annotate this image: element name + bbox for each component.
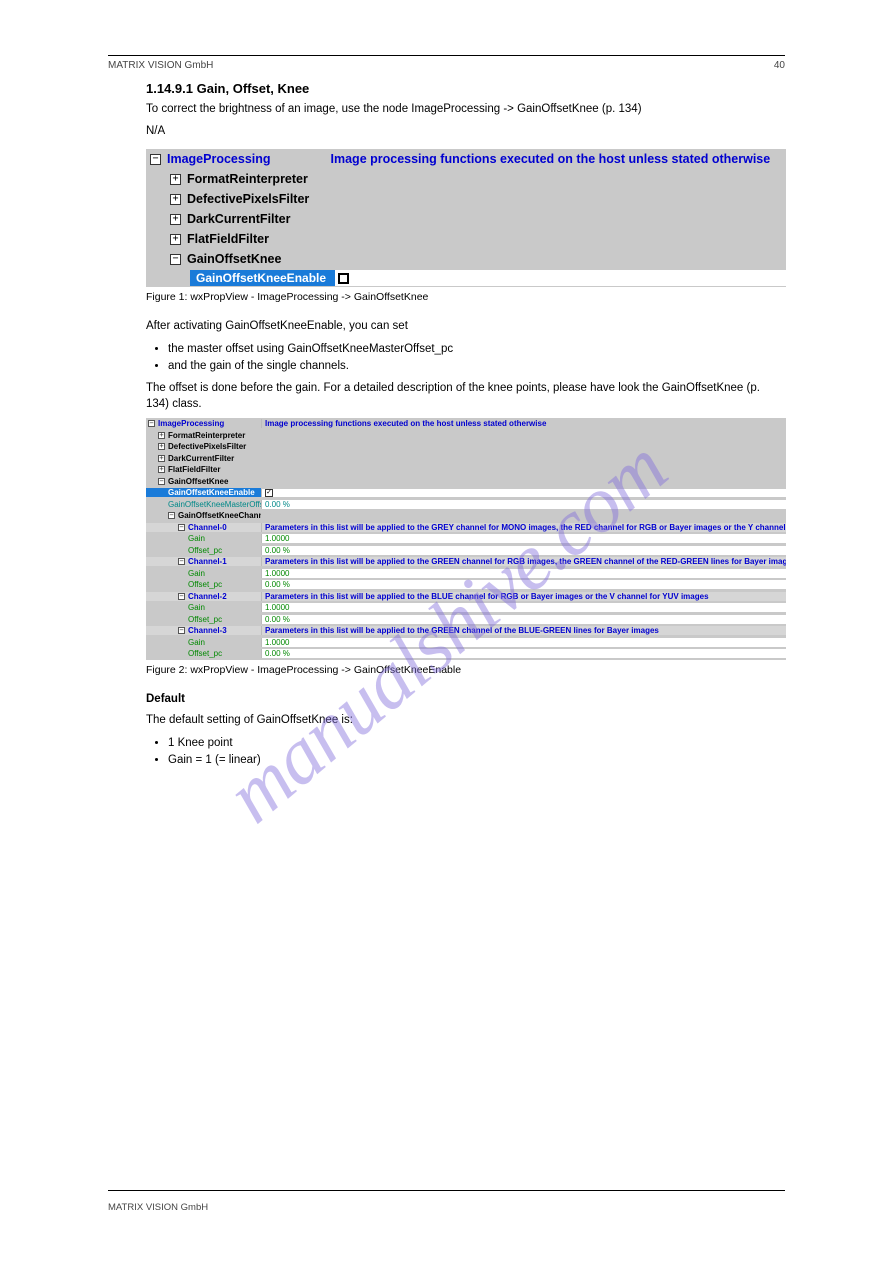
fig2-channel-2[interactable]: Channel-2Parameters in this list will be… (146, 591, 786, 603)
fig2-child[interactable]: FormatReinterpreter (146, 430, 786, 442)
fig1-child[interactable]: +DarkCurrentFilter (146, 209, 786, 229)
p1: To correct the brightness of an image, u… (146, 102, 785, 118)
bullet: and the gain of the single channels. (168, 358, 785, 375)
p3: The offset is done before the gain. For … (146, 381, 785, 412)
fig2-channel-1[interactable]: Channel-1Parameters in this list will be… (146, 556, 786, 568)
page-header: MATRIX VISION GmbH 40 (108, 60, 785, 71)
fig1-child[interactable]: +FlatFieldFilter (146, 229, 786, 249)
minus-icon[interactable] (148, 420, 155, 427)
plus-icon[interactable] (158, 443, 165, 450)
fig1-root[interactable]: ImageProcessing (167, 152, 271, 166)
checkbox-empty[interactable] (338, 273, 349, 284)
minus-icon[interactable]: − (150, 154, 161, 165)
plus-icon[interactable] (158, 466, 165, 473)
fig1-sel-row[interactable]: GainOffsetKneeEnable (146, 269, 786, 287)
fig1-sel-val[interactable] (335, 270, 786, 286)
minus-icon[interactable] (178, 524, 185, 531)
fig2-offset[interactable]: Offset_pc0.00 % (146, 579, 786, 591)
fig2-tree: ImageProcessing Image processing functio… (146, 418, 786, 660)
plus-icon[interactable] (158, 455, 165, 462)
fig2-child[interactable]: FlatFieldFilter (146, 464, 786, 476)
fig2-child[interactable]: DefectivePixelsFilter (146, 441, 786, 453)
footer: MATRIX VISION GmbH (108, 1202, 785, 1213)
header-left: MATRIX VISION GmbH (108, 60, 213, 71)
default-item: 1 Knee point (168, 735, 785, 752)
plus-icon[interactable] (158, 432, 165, 439)
fig1-tree: − ImageProcessing Image processing funct… (146, 149, 786, 287)
fig2-knee[interactable]: GainOffsetKnee (146, 476, 786, 488)
fig1-sel-label: GainOffsetKneeEnable (190, 270, 335, 286)
fig1-child[interactable]: +DefectivePixelsFilter (146, 189, 786, 209)
minus-icon[interactable] (168, 512, 175, 519)
na: N/A (146, 124, 785, 140)
default-heading: Default (146, 692, 785, 708)
fig2-gain[interactable]: Gain1.0000 (146, 568, 786, 580)
minus-icon[interactable] (178, 627, 185, 634)
bullet: the master offset using GainOffsetKneeMa… (168, 341, 785, 358)
minus-icon[interactable] (178, 558, 185, 565)
fig2-gain[interactable]: Gain1.0000 (146, 637, 786, 649)
default-desc: The default setting of GainOffsetKnee is… (146, 713, 785, 729)
footer-left: MATRIX VISION GmbH (108, 1202, 208, 1213)
fig1-knee[interactable]: −GainOffsetKnee (146, 249, 786, 269)
section-title: 1.14.9.1 Gain, Offset, Knee (146, 81, 785, 96)
fig2-gain[interactable]: Gain1.0000 (146, 602, 786, 614)
default-item: Gain = 1 (= linear) (168, 752, 785, 769)
fig2-channel-3[interactable]: Channel-3Parameters in this list will be… (146, 625, 786, 637)
minus-icon[interactable] (158, 478, 165, 485)
fig2-caption: Figure 2: wxPropView - ImageProcessing -… (146, 664, 785, 676)
plus-icon[interactable]: + (170, 194, 181, 205)
minus-icon[interactable]: − (170, 254, 181, 265)
minus-icon[interactable] (178, 593, 185, 600)
plus-icon[interactable]: + (170, 174, 181, 185)
fig2-offset[interactable]: Offset_pc0.00 % (146, 648, 786, 660)
fig1-root-desc: Image processing functions executed on t… (331, 152, 771, 166)
plus-icon[interactable]: + (170, 234, 181, 245)
fig2-sel[interactable]: GainOffsetKneeEnable (146, 487, 786, 499)
fig2-channels[interactable]: GainOffsetKneeChannels (146, 510, 786, 522)
fig2-offset[interactable]: Offset_pc0.00 % (146, 614, 786, 626)
fig2-channel-0[interactable]: Channel-0Parameters in this list will be… (146, 522, 786, 534)
fig1-caption: Figure 1: wxPropView - ImageProcessing -… (146, 291, 785, 303)
page: { "header": {"left": "MATRIX VISION GmbH… (0, 0, 893, 1263)
fig2-child[interactable]: DarkCurrentFilter (146, 453, 786, 465)
bottom-rule (108, 1190, 785, 1191)
fig2-offset[interactable]: Offset_pc0.00 % (146, 545, 786, 557)
fig2-gain[interactable]: Gain1.0000 (146, 533, 786, 545)
fig2-master-offset[interactable]: GainOffsetKneeMasterOffset_pc 0.00 % (146, 499, 786, 511)
fig1-root-row: − ImageProcessing Image processing funct… (146, 149, 786, 169)
plus-icon[interactable]: + (170, 214, 181, 225)
fig1-child[interactable]: +FormatReinterpreter (146, 169, 786, 189)
header-page-num: 40 (774, 60, 785, 71)
default-list: 1 Knee point Gain = 1 (= linear) (168, 735, 785, 770)
top-rule (108, 55, 785, 56)
p2: After activating GainOffsetKneeEnable, y… (146, 319, 785, 335)
bullets: the master offset using GainOffsetKneeMa… (168, 341, 785, 376)
checkbox-checked[interactable] (265, 489, 273, 497)
fig2-root-row: ImageProcessing Image processing functio… (146, 418, 786, 430)
